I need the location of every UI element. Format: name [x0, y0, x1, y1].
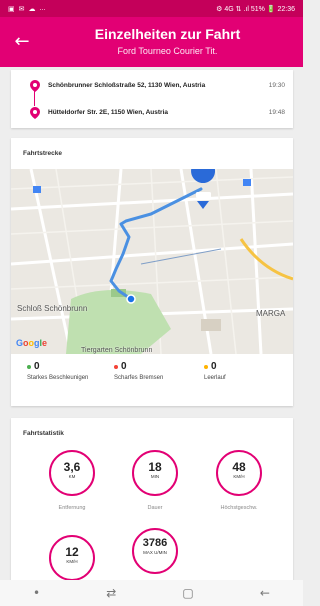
stat-duration: 18 MIN: [132, 450, 178, 496]
green-dot-icon: [27, 364, 31, 369]
stat-avg-speed: 12 KM/H: [49, 535, 95, 581]
event-label: Scharfes Bremsen: [114, 375, 164, 381]
map-label-district: MARGA: [256, 309, 286, 318]
event-label: Leerlauf: [204, 375, 226, 381]
stat-unit: MIN: [150, 474, 160, 479]
event-label: Starkes Beschleunigen: [27, 375, 89, 381]
driving-events: 0 Starkes Beschleunigen 0 Scharfes Brems…: [11, 361, 293, 406]
stat-value: 18: [148, 460, 162, 474]
trip-addresses-card: Schönbrunner Schloßstraße 52, 1130 Wien,…: [11, 70, 293, 128]
map-graphic: [11, 169, 293, 354]
event-count: 0: [121, 361, 127, 372]
sms-icon: ✉: [18, 5, 25, 13]
dot-icon[interactable]: •: [33, 586, 40, 600]
start-address-row: Schönbrunner Schloßstraße 52, 1130 Wien,…: [11, 75, 293, 95]
event-count: 0: [34, 361, 40, 372]
route-section-title: Fahrtstrecke: [23, 150, 63, 157]
app-bar: ← Einzelheiten zur Fahrt Ford Tourneo Co…: [0, 17, 303, 67]
stat-top-speed: 48 KM/H: [216, 450, 262, 496]
stats-section-title: Fahrtstatistik: [23, 430, 64, 437]
back-icon[interactable]: ←: [260, 586, 270, 600]
route-map[interactable]: Schloß Schönbrunn MARGA Tiergarten Schön…: [11, 169, 293, 354]
stat-caption: Dauer: [147, 505, 163, 511]
end-time: 19:48: [268, 108, 285, 116]
stat-value: 48: [232, 460, 246, 474]
red-dot-icon: [114, 364, 118, 369]
stat-distance: 3,6 KM: [49, 450, 95, 496]
status-left-icons: ▣ ✉ ☁ ...: [8, 5, 45, 13]
google-logo: Google: [16, 338, 48, 348]
location-pin-icon: [30, 80, 40, 92]
start-time: 19:30: [268, 81, 285, 89]
stat-unit: KM/H: [66, 559, 78, 564]
map-label-park: Tiergarten Schönbrunn: [81, 347, 153, 354]
yellow-dot-icon: [204, 364, 208, 369]
stat-caption: Entfernung: [58, 505, 86, 511]
vehicle-name: Ford Tourneo Courier Tit.: [117, 46, 218, 56]
location-pin-icon: [30, 107, 40, 119]
event-count: 0: [211, 361, 217, 372]
event-idling: 0 Leerlauf: [204, 361, 294, 382]
page-title: Einzelheiten zur Fahrt: [94, 26, 241, 42]
cloud-icon: ☁: [28, 5, 36, 13]
status-bar: ▣ ✉ ☁ ... ⚙ 4G ⇅ .ıl 51% 🔋 22:36: [0, 0, 303, 17]
recent-apps-icon[interactable]: ⇄: [106, 586, 116, 600]
stat-caption: Höchstgeschw.: [220, 505, 258, 511]
end-address-row: Hütteldorfer Str. 2E, 1150 Wien, Austria…: [11, 102, 293, 122]
home-icon[interactable]: ▢: [182, 586, 193, 600]
map-label-castle: Schloß Schönbrunn: [17, 304, 88, 313]
stat-value: 3,6: [63, 460, 81, 474]
end-address: Hütteldorfer Str. 2E, 1150 Wien, Austria: [48, 108, 168, 116]
stat-unit: KM: [68, 474, 76, 479]
trip-statistics-card: Fahrtstatistik 3,6 KM Entfernung 18 MIN …: [11, 418, 293, 588]
event-hard-braking: 0 Scharfes Bremsen: [114, 361, 204, 382]
stat-value: 12: [65, 545, 79, 559]
status-right: ⚙ 4G ⇅ .ıl 51% 🔋 22:36: [216, 5, 295, 13]
arrow-left-icon[interactable]: ←: [10, 30, 34, 54]
stat-unit: MAX U/MIN: [143, 550, 167, 555]
route-card: Fahrtstrecke Schloß Schönbrunn MARGA Tie…: [11, 138, 293, 406]
stat-value: 3786: [142, 537, 168, 549]
more-notifications: ...: [39, 5, 46, 12]
start-address: Schönbrunner Schloßstraße 52, 1130 Wien,…: [48, 81, 206, 89]
event-hard-acceleration: 0 Starkes Beschleunigen: [27, 361, 117, 382]
stat-max-rpm: 3786 MAX U/MIN: [132, 528, 178, 574]
system-navbar: • ⇄ ▢ ←: [0, 580, 303, 606]
gallery-icon: ▣: [8, 5, 15, 13]
stat-unit: KM/H: [233, 474, 245, 479]
